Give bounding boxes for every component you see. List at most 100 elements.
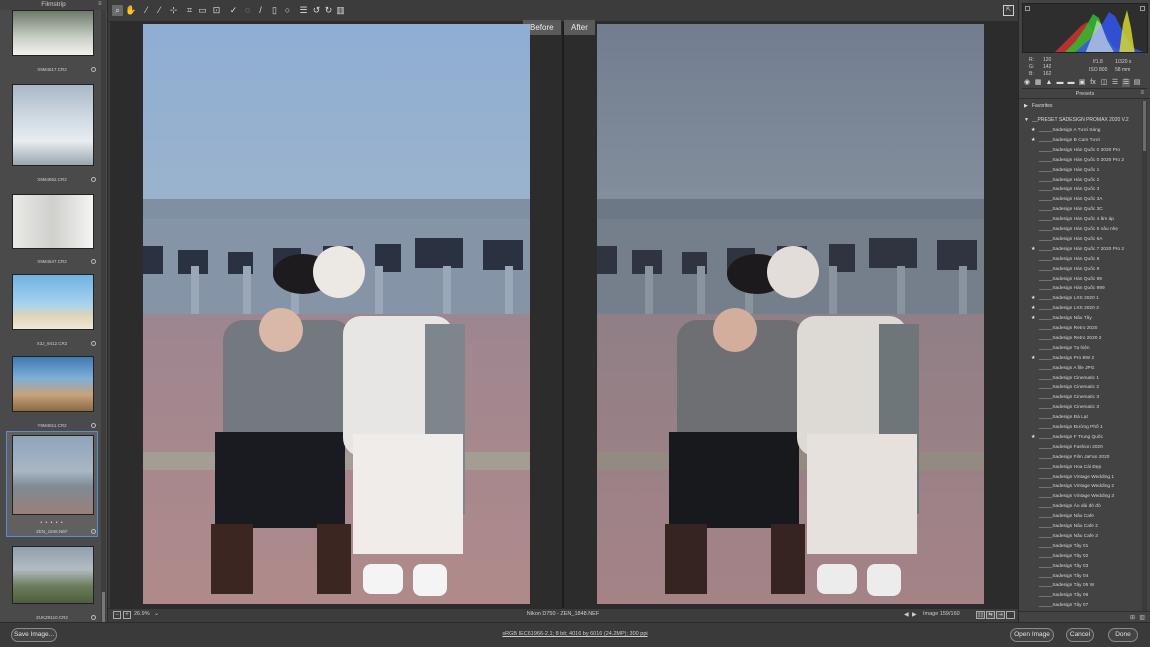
preset-item[interactable]: _____Sadesign Vintage Wedding 2: [1021, 482, 1141, 491]
preset-item[interactable]: ★ _____Sadesign LXS 2020 1: [1021, 294, 1141, 303]
preset-item[interactable]: _____Sadesign Hàn Quốc 8: [1021, 255, 1141, 264]
rotate-cw-icon[interactable]: ↻: [323, 5, 334, 16]
preset-item[interactable]: _____Sadesign Hàn Quốc 3: [1021, 185, 1141, 194]
filmstrip-item[interactable]: Y9M4811.CR2: [6, 352, 98, 430]
preset-item[interactable]: _____Sadesign Hàn Quốc 5 nâu nhẹ: [1021, 225, 1141, 234]
preset-group[interactable]: ▼ __PRESET SADESIGN PROMAX 2020 V.2: [1021, 116, 1141, 125]
next-image-icon[interactable]: ▶: [912, 611, 917, 618]
preset-item[interactable]: _____Sadesign Hàn Quốc 0 2020 Pro 2: [1021, 156, 1141, 165]
preset-item[interactable]: _____Sadesign Hàn Quốc 2: [1021, 176, 1141, 185]
straighten-icon[interactable]: ▭: [197, 5, 208, 16]
transform-icon[interactable]: ⊡: [211, 5, 222, 16]
basic-panel-icon[interactable]: ◉: [1023, 79, 1031, 87]
toggle-icon[interactable]: [1006, 611, 1015, 619]
before-photo[interactable]: [143, 24, 530, 604]
filmstrip-item[interactable]: X9M4647.CR2: [6, 190, 98, 266]
filmstrip-item-selected[interactable]: • • • • • ZEN_1848.NEF: [6, 431, 98, 537]
filmstrip-item[interactable]: X9M4652.CR2: [6, 80, 98, 184]
preset-item[interactable]: _____Sadesign Nâu Cafe: [1021, 512, 1141, 521]
preset-item[interactable]: _____Sadesign Vintage Wedding 3: [1021, 492, 1141, 501]
preset-item[interactable]: _____Sadesign Vintage Wedding 1: [1021, 473, 1141, 482]
preset-item[interactable]: _____Sadesign Đường Phố 1: [1021, 423, 1141, 432]
presets-icon[interactable]: ☰: [1111, 79, 1119, 87]
favorites-group[interactable]: ▶ Favorites: [1021, 102, 1141, 111]
preset-item[interactable]: _____Sadesign Tây 04: [1021, 572, 1141, 581]
preset-item[interactable]: _____Sadesign Đà Lạt: [1021, 413, 1141, 422]
snapshots-icon[interactable]: ▤: [1133, 79, 1141, 87]
red-eye-icon[interactable]: ◌: [242, 5, 253, 16]
preset-item[interactable]: _____Sadesign Áo dài đỏ đỏ: [1021, 502, 1141, 511]
preset-item[interactable]: _____Sadesign Hàn Quốc 9: [1021, 265, 1141, 274]
favorite-star-icon[interactable]: ★: [1031, 294, 1035, 303]
white-balance-icon[interactable]: ⁄: [141, 5, 152, 16]
preset-item[interactable]: _____Sadesign Tây 06: [1021, 591, 1141, 600]
preset-item[interactable]: _____Sadesign Hàn Quốc 999: [1021, 284, 1141, 293]
favorite-star-icon[interactable]: ★: [1031, 314, 1035, 323]
color-sampler-icon[interactable]: ⁄: [154, 5, 165, 16]
adjustment-brush-icon[interactable]: /: [255, 5, 266, 16]
filmstrip-item[interactable]: X9M4617.CR2: [6, 10, 98, 72]
hand-icon[interactable]: ✋: [125, 5, 136, 16]
preferences-icon[interactable]: ☰: [298, 5, 309, 16]
fx-icon[interactable]: fx: [1089, 79, 1097, 87]
preset-item[interactable]: ★ _____Sadesign B Cam Tươi: [1021, 136, 1141, 145]
new-preset-icon[interactable]: ⊞: [1130, 614, 1135, 621]
preset-item[interactable]: _____Sadesign Film JaFan 2020: [1021, 453, 1141, 462]
open-image-button[interactable]: Open Image: [1010, 628, 1054, 642]
preset-item[interactable]: _____Sadesign Tây 05 W: [1021, 581, 1141, 590]
preset-item[interactable]: _____Sadesign Hàn Quốc 4 ấm áp: [1021, 215, 1141, 224]
camera-calibration-icon[interactable]: ◫: [1100, 79, 1108, 87]
full-screen-icon[interactable]: ⇱: [1003, 5, 1014, 16]
preset-item[interactable]: _____Sadesign Tây 03: [1021, 562, 1141, 571]
zoom-icon[interactable]: ⌕: [112, 5, 123, 16]
after-label[interactable]: After: [564, 20, 595, 35]
delete-preset-icon[interactable]: ▥: [1139, 614, 1145, 621]
previous-image-icon[interactable]: ◀: [904, 611, 909, 618]
filmstrip-menu-icon[interactable]: ≡: [98, 1, 104, 7]
presets-tab-icon[interactable]: ☰: [1122, 79, 1130, 87]
rotate-ccw-icon[interactable]: ↺: [311, 5, 322, 16]
presets-scrollbar[interactable]: [1142, 101, 1147, 611]
preset-item[interactable]: _____Sadesign Hàn Quốc 3A: [1021, 195, 1141, 204]
filmstrip-item[interactable]: X3J_9412.CR2: [6, 270, 98, 348]
split-toning-icon[interactable]: ▬: [1067, 79, 1075, 87]
scrollbar-thumb[interactable]: [102, 592, 105, 622]
scrollbar-thumb[interactable]: [1143, 101, 1146, 151]
hsl-icon[interactable]: ▬: [1056, 79, 1064, 87]
filmstrip-item[interactable]: ZUKZ9110.CR2: [6, 542, 98, 622]
preset-item[interactable]: _____Sadesign Cinematic 1: [1021, 374, 1141, 383]
preset-item[interactable]: _____Sadesign Nâu Cafe 2: [1021, 522, 1141, 531]
rating-dots[interactable]: • • • • •: [7, 520, 97, 526]
trash-icon[interactable]: ▥: [335, 5, 346, 16]
favorite-star-icon[interactable]: ★: [1031, 136, 1035, 145]
view-mode-icon[interactable]: ▯▯: [976, 611, 985, 619]
presets-menu-icon[interactable]: ≡: [1140, 90, 1144, 96]
preset-item[interactable]: _____Sadesign Cinematic 2: [1021, 383, 1141, 392]
preset-item[interactable]: _____Sadesign Cinematic 3: [1021, 403, 1141, 412]
highlight-clipping-icon[interactable]: [1140, 6, 1145, 11]
preset-item[interactable]: ★ _____Sadesign A Tươi Sáng: [1021, 126, 1141, 135]
after-photo[interactable]: [597, 24, 984, 604]
preset-item[interactable]: _____Sadesign Tây 01: [1021, 542, 1141, 551]
preset-item[interactable]: _____Sadesign Hàn Quốc 99: [1021, 275, 1141, 284]
radial-filter-icon[interactable]: ○: [282, 5, 293, 16]
preset-item[interactable]: _____Sadesign Hoa Cái Đẹp: [1021, 463, 1141, 472]
preset-item[interactable]: _____Sadesign Hàn Quốc 1: [1021, 166, 1141, 175]
preset-item[interactable]: ★ _____Sadesign Nâu Tây: [1021, 314, 1141, 323]
preset-item[interactable]: _____Sadesign Cinematic 3: [1021, 393, 1141, 402]
preset-item[interactable]: ★ _____Sadesign Hàn Quốc 7 2020 Pro 2: [1021, 245, 1141, 254]
crop-icon[interactable]: ⌗: [184, 5, 195, 16]
graduated-filter-icon[interactable]: ▯: [269, 5, 280, 16]
favorite-star-icon[interactable]: ★: [1031, 126, 1035, 135]
preset-item[interactable]: _____Sadesign Tây 07: [1021, 601, 1141, 610]
preset-item[interactable]: _____Sadesign Fashion 2020: [1021, 443, 1141, 452]
preset-item[interactable]: _____Sadesign Retro 2020 2: [1021, 334, 1141, 343]
filmstrip-scrollbar[interactable]: [101, 10, 106, 622]
preset-item[interactable]: ★ _____Sadesign LXS 2020 3: [1021, 304, 1141, 313]
cancel-button[interactable]: Cancel: [1066, 628, 1094, 642]
favorite-star-icon[interactable]: ★: [1031, 245, 1035, 254]
shadow-clipping-icon[interactable]: [1025, 6, 1030, 11]
done-button[interactable]: Done: [1108, 628, 1138, 642]
detail-icon[interactable]: ▲: [1045, 79, 1053, 87]
preset-item[interactable]: _____Sadesign Retro 2020: [1021, 324, 1141, 333]
